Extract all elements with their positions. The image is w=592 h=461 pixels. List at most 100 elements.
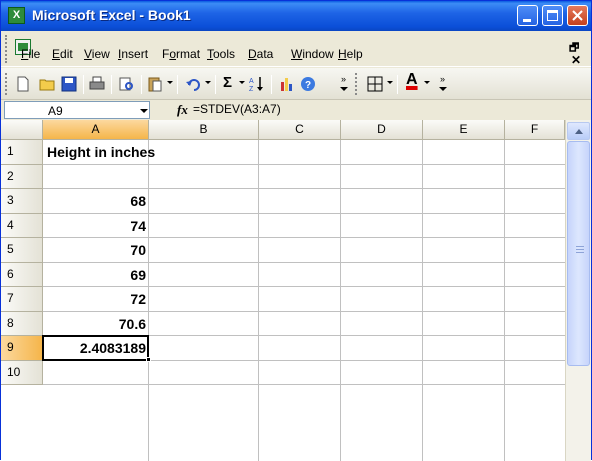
row-header-7[interactable]: 7 (1, 287, 43, 312)
toolbar-separator (141, 75, 142, 94)
toolbar-grip[interactable] (5, 73, 8, 95)
column-header-e[interactable]: E (423, 120, 505, 140)
autosum-icon[interactable]: Σ (223, 74, 232, 91)
window-title: Microsoft Excel - Book1 (32, 7, 191, 23)
row-header-8[interactable]: 8 (1, 311, 43, 336)
menu-grip[interactable] (5, 35, 8, 63)
borders-dropdown-icon[interactable] (387, 81, 393, 84)
column-header-c[interactable]: C (259, 120, 341, 140)
paste-icon[interactable] (147, 76, 163, 92)
workbook-close-button[interactable]: ✕ (571, 53, 581, 67)
menu-data[interactable]: Data (248, 47, 273, 61)
toolbar-options-icon[interactable]: » (438, 72, 448, 96)
select-all-corner[interactable] (1, 120, 43, 140)
sort-ascending-icon[interactable]: A Z (249, 76, 265, 92)
scroll-grip (576, 249, 584, 250)
name-box[interactable]: A9 (4, 101, 150, 119)
title-bar[interactable]: X Microsoft Excel - Book1 (1, 1, 591, 31)
menu-file[interactable]: File (21, 47, 40, 61)
menu-format[interactable]: Format (162, 47, 200, 61)
row-gridline (43, 384, 565, 385)
font-color-icon[interactable]: A (406, 71, 418, 89)
row-header-3[interactable]: 3 (1, 189, 43, 214)
scroll-grip (576, 246, 584, 247)
row-header-6[interactable]: 6 (1, 262, 43, 287)
column-header-a[interactable]: A (43, 120, 149, 140)
worksheet-grid[interactable]: A B C D E F 1 2 3 4 5 6 7 8 9 10 Height in inches 68 74 70 6… (1, 120, 591, 461)
row-header-2[interactable]: 2 (1, 164, 43, 189)
fill-handle[interactable] (146, 356, 151, 362)
toolbar-options-icon[interactable]: » (339, 72, 349, 96)
toolbar-separator (271, 75, 272, 94)
formula-bar: A9 fx =STDEV(A3:A7) (1, 100, 591, 120)
standard-toolbar: Σ A Z ? » A » (1, 68, 591, 100)
cell-a1[interactable]: Height in inches (47, 144, 155, 160)
svg-text:A: A (249, 78, 254, 85)
menu-window[interactable]: Window (291, 47, 334, 61)
vertical-scrollbar[interactable] (565, 120, 591, 461)
toolbar-grip[interactable] (355, 73, 358, 95)
row-gridline (43, 261, 565, 263)
research-icon[interactable] (118, 76, 134, 92)
save-icon[interactable] (61, 76, 77, 92)
paste-dropdown-icon[interactable] (167, 81, 173, 84)
row-header-10[interactable]: 10 (1, 360, 43, 385)
insert-function-icon[interactable]: fx (177, 102, 188, 118)
toolbar-separator (111, 75, 112, 94)
column-gridline (504, 140, 505, 461)
menu-help[interactable]: Help (338, 47, 363, 61)
toolbar-separator (83, 75, 84, 94)
minimize-icon (523, 19, 531, 22)
minimize-button[interactable] (517, 5, 538, 26)
column-header-d[interactable]: D (341, 120, 423, 140)
maximize-button[interactable] (542, 5, 563, 26)
menu-edit[interactable]: Edit (52, 47, 73, 61)
menu-bar: File Edit View Insert Format Tools Data Window H… (1, 31, 591, 67)
row-gridline (43, 163, 565, 165)
excel-app-icon[interactable]: X (8, 7, 25, 24)
help-icon[interactable]: ? (300, 76, 316, 92)
row-gridline (43, 286, 565, 287)
open-folder-icon[interactable] (39, 76, 55, 92)
undo-icon[interactable] (185, 76, 201, 92)
row-header-9[interactable]: 9 (1, 336, 43, 361)
menu-view[interactable]: View (84, 47, 110, 61)
row-header-5[interactable]: 5 (1, 238, 43, 263)
chart-wizard-icon[interactable] (279, 76, 295, 92)
row-gridline (43, 310, 565, 312)
close-icon (572, 10, 583, 21)
cell-a5[interactable]: 70 (43, 242, 149, 258)
cell-a4[interactable]: 74 (43, 218, 149, 234)
autosum-dropdown-icon[interactable] (239, 81, 245, 84)
new-file-icon[interactable] (15, 76, 31, 92)
row-header-4[interactable]: 4 (1, 213, 43, 238)
scroll-thumb[interactable] (567, 141, 590, 366)
formula-input[interactable]: =STDEV(A3:A7) (193, 102, 281, 116)
menu-tools[interactable]: Tools (207, 47, 235, 61)
cell-a6[interactable]: 69 (43, 267, 149, 283)
column-header-b[interactable]: B (149, 120, 259, 140)
column-gridline (340, 140, 341, 461)
toolbar-separator (177, 75, 178, 94)
undo-dropdown-icon[interactable] (205, 81, 211, 84)
scroll-up-button[interactable] (567, 122, 590, 140)
maximize-icon (547, 10, 558, 21)
active-cell-border (42, 335, 149, 361)
print-icon[interactable] (89, 76, 105, 92)
row-gridline (43, 188, 565, 189)
column-gridline (258, 140, 259, 461)
row-header-1[interactable]: 1 (1, 140, 43, 165)
name-box-value: A9 (48, 104, 63, 118)
toolbar-separator (215, 75, 216, 94)
name-box-dropdown-icon[interactable] (140, 109, 148, 113)
cell-a7[interactable]: 72 (43, 291, 149, 307)
font-color-dropdown-icon[interactable] (424, 81, 430, 84)
cell-a8[interactable]: 70.6 (43, 316, 149, 332)
borders-icon[interactable] (367, 76, 383, 92)
cell-a3[interactable]: 68 (43, 193, 149, 209)
column-header-f[interactable]: F (505, 120, 565, 140)
close-button[interactable] (567, 5, 588, 26)
menu-insert[interactable]: Insert (118, 47, 148, 61)
column-gridline (422, 140, 423, 461)
svg-text:Z: Z (249, 86, 254, 92)
